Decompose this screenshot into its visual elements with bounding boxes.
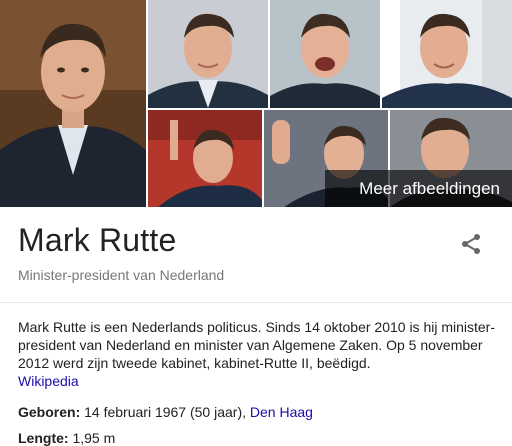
gallery-image-3[interactable] <box>270 0 380 108</box>
wikipedia-link[interactable]: Wikipedia <box>18 373 79 389</box>
fact-height-value: 1,95 m <box>72 430 116 446</box>
birthplace-link[interactable]: Den Haag <box>250 404 313 420</box>
fact-height-label: Lengte: <box>18 430 69 446</box>
gallery-image-4[interactable] <box>382 0 512 108</box>
page-title: Mark Rutte <box>18 222 177 258</box>
entity-subtitle: Minister-president van Nederland <box>18 267 225 283</box>
entity-description: Mark Rutte is een Nederlands politicus. … <box>18 318 498 390</box>
gallery-image-1[interactable] <box>0 0 146 207</box>
image-gallery: Meer afbeeldingen <box>0 0 512 207</box>
fact-born: Geboren: 14 februari 1967 (50 jaar), Den… <box>18 404 313 420</box>
divider <box>0 302 512 303</box>
gallery-image-5[interactable] <box>148 110 262 207</box>
share-icon[interactable] <box>459 232 483 256</box>
fact-born-value: 14 februari 1967 (50 jaar), <box>84 404 246 420</box>
gallery-image-2[interactable] <box>148 0 268 108</box>
description-text: Mark Rutte is een Nederlands politicus. … <box>18 319 496 371</box>
fact-height: Lengte: 1,95 m <box>18 430 115 446</box>
more-images-button[interactable]: Meer afbeeldingen <box>325 170 512 207</box>
fact-born-label: Geboren: <box>18 404 81 420</box>
